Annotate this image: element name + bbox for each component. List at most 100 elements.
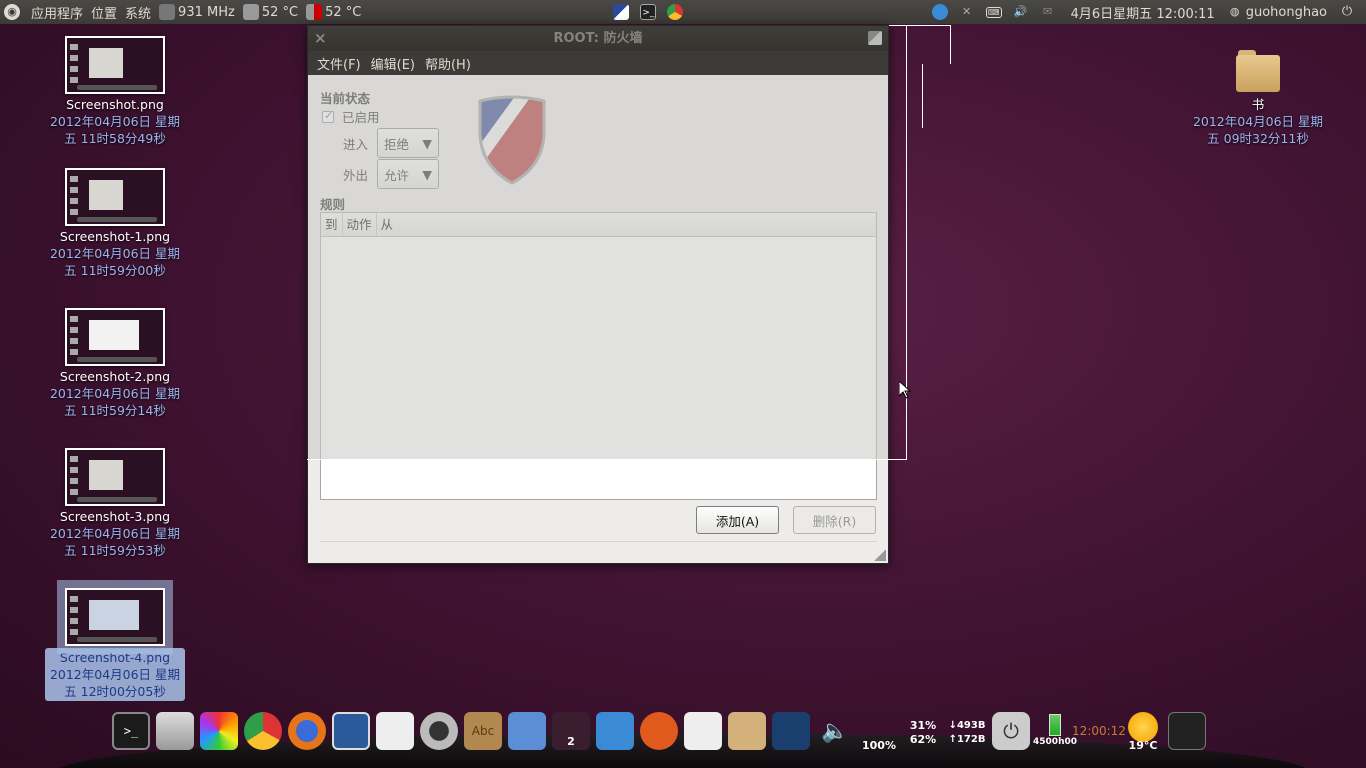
dock-clock-time: 12:00:12 <box>1072 724 1126 738</box>
launcher-terminal[interactable]: >_ <box>636 0 663 24</box>
desktop-icon-screenshot[interactable]: Screenshot.png 2012年04月06日 星期 五 11时58分49… <box>45 36 185 147</box>
dock-folder-icon[interactable] <box>728 712 766 750</box>
temp-indicator-1[interactable]: 52 °C <box>239 0 302 24</box>
cpu-percent: 31% <box>909 719 937 732</box>
workspace-count: 2 <box>567 735 575 748</box>
dock-chrome-icon[interactable] <box>244 712 282 750</box>
places-menu[interactable]: 位置 <box>87 0 121 24</box>
folder-time: 五 09时32分11秒 <box>1207 131 1309 146</box>
dock-calculator-icon[interactable] <box>156 712 194 750</box>
dock-volume-meter[interactable]: 100% <box>860 712 898 752</box>
network-indicator[interactable]: ✕ <box>955 0 982 24</box>
clock[interactable]: 4月6日星期五 12:00:11 <box>1063 0 1223 24</box>
dock-color-picker-icon[interactable] <box>200 712 238 750</box>
dock-show-desktop-icon[interactable] <box>1168 712 1206 750</box>
desktop-icon-screenshot-2[interactable]: Screenshot-2.png 2012年04月06日 星期 五 11时59分… <box>45 308 185 419</box>
network-disconnected-icon: ✕ <box>962 5 972 18</box>
file-date: 2012年04月06日 星期 <box>49 526 181 541</box>
outline-segment <box>922 64 923 128</box>
dock-battery-meter[interactable]: 4500h00 <box>1033 712 1077 750</box>
menu-edit[interactable]: 编辑(E) <box>366 54 420 73</box>
outgoing-combo[interactable]: 允许 ▼ <box>377 159 439 189</box>
applications-menu[interactable]: 应用程序 <box>27 0 87 24</box>
net-up: ↑172B <box>948 734 986 745</box>
file-name: Screenshot-4.png <box>59 650 171 665</box>
temp-indicator-2[interactable]: 52 °C <box>302 0 365 24</box>
temp1-label: 52 °C <box>261 4 299 20</box>
dock-system-monitor-icon[interactable] <box>332 712 370 750</box>
enabled-checkbox[interactable] <box>322 109 334 123</box>
dock-volume-icon[interactable]: 🔈 <box>816 712 854 750</box>
dock-weather[interactable]: 19°C <box>1124 712 1162 752</box>
launcher-firewall[interactable] <box>609 0 636 24</box>
power-icon: ⏻ <box>1341 4 1353 19</box>
column-from[interactable]: 从 <box>377 213 398 236</box>
dock-firefox-icon[interactable] <box>288 712 326 750</box>
battery-icon <box>1049 714 1061 736</box>
dock-ubuntu-icon[interactable] <box>640 712 678 750</box>
net-down: ↓493B <box>948 720 986 731</box>
mail-indicator[interactable]: ✉ <box>1036 0 1063 24</box>
dock-clock[interactable]: 12:00:12 <box>1072 712 1126 750</box>
incoming-combo[interactable]: 拒绝 ▼ <box>377 128 439 158</box>
incoming-value: 拒绝 <box>384 136 410 152</box>
mouse-cursor-icon <box>899 381 911 399</box>
firewall-shield-icon <box>478 95 546 185</box>
dock-text-editor-icon[interactable] <box>684 712 722 750</box>
dock-camera-icon[interactable] <box>420 712 458 750</box>
file-name: Screenshot-1.png <box>59 229 171 244</box>
remove-rule-button[interactable]: 删除(R) <box>793 506 876 534</box>
thermometer-icon <box>306 4 323 20</box>
outgoing-value: 允许 <box>384 167 410 183</box>
file-time: 五 11时58分49秒 <box>64 131 166 146</box>
username-label: guohonghao <box>1245 4 1327 20</box>
dock-search-icon[interactable] <box>376 712 414 750</box>
chat-indicator[interactable] <box>928 0 955 24</box>
outline-segment <box>950 25 951 64</box>
rules-table[interactable]: 到 动作 从 <box>320 212 877 500</box>
dock-terminal-icon[interactable]: >_ <box>112 712 150 750</box>
desktop-icon-screenshot-1[interactable]: Screenshot-1.png 2012年04月06日 星期 五 11时59分… <box>45 168 185 279</box>
dock-network-meter[interactable]: ↓493B ↑172B <box>948 712 986 750</box>
dock-cursor-icon[interactable] <box>772 712 810 750</box>
outgoing-label: 外出 <box>343 167 369 183</box>
dock-screenshot-icon[interactable] <box>508 712 546 750</box>
dock-dictionary-icon[interactable]: Abc <box>464 712 502 750</box>
dock-trash-icon[interactable] <box>596 712 634 750</box>
rules-table-header: 到 动作 从 <box>321 213 876 237</box>
menu-file[interactable]: 文件(F) <box>312 54 366 73</box>
enabled-checkbox-row[interactable]: 已启用 <box>322 107 380 126</box>
terminal-icon: >_ <box>640 4 657 20</box>
top-panel: ◉ 应用程序 位置 系统 931 MHz 52 °C 52 °C >_ ✕ ⌨ … <box>0 0 1366 24</box>
volume-indicator[interactable]: 🔊 <box>1009 0 1036 24</box>
desktop-icon-screenshot-3[interactable]: Screenshot-3.png 2012年04月06日 星期 五 11时59分… <box>45 448 185 559</box>
session-menu[interactable]: ⏻ <box>1331 0 1366 24</box>
close-icon[interactable]: × <box>314 26 327 51</box>
launcher-chrome[interactable] <box>663 0 690 24</box>
incoming-row: 进入 拒绝 ▼ <box>343 128 439 158</box>
status-heading: 当前状态 <box>320 91 371 106</box>
incoming-label: 进入 <box>343 136 369 152</box>
file-date: 2012年04月06日 星期 <box>49 246 181 261</box>
dock-workspace-switcher-icon[interactable]: 2 <box>552 712 590 750</box>
keyboard-icon: ⌨ <box>985 6 1002 18</box>
desktop-icon-screenshot-4[interactable]: Screenshot-4.png 2012年04月06日 星期 五 12时00分… <box>45 580 185 701</box>
file-date: 2012年04月06日 星期 <box>49 386 181 401</box>
user-menu[interactable]: ◍ guohonghao <box>1223 0 1331 24</box>
add-rule-button[interactable]: 添加(A) <box>696 506 779 534</box>
keyboard-indicator[interactable]: ⌨ <box>982 0 1009 24</box>
window-titlebar[interactable]: × ROOT: 防火墙 <box>308 26 888 51</box>
dock-power-icon[interactable]: ⏻ <box>992 712 1030 750</box>
weather-temp: 19°C <box>1128 739 1158 752</box>
desktop-folder-book[interactable]: 书 2012年04月06日 星期 五 09时32分11秒 <box>1188 50 1328 147</box>
dock-cpu-mem-meter[interactable]: 31% 62% <box>904 712 942 750</box>
menu-help[interactable]: 帮助(H) <box>420 54 476 73</box>
column-action[interactable]: 动作 <box>343 213 377 236</box>
column-to[interactable]: 到 <box>321 213 343 236</box>
dropdown-arrow-icon: ▼ <box>422 135 432 151</box>
maximize-icon[interactable] <box>868 31 882 45</box>
resize-grip-icon[interactable] <box>874 549 886 561</box>
ubuntu-menu-icon[interactable]: ◉ <box>0 0 27 24</box>
system-menu[interactable]: 系统 <box>121 0 155 24</box>
cpu-freq-indicator[interactable]: 931 MHz <box>155 0 239 24</box>
